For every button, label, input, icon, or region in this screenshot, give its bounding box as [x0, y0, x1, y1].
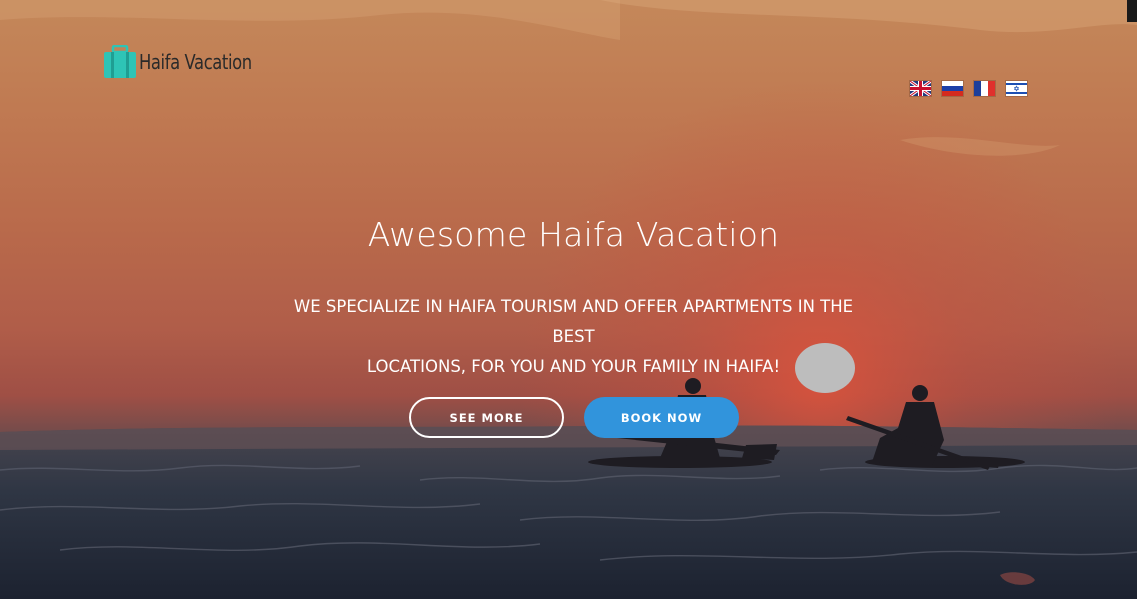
see-more-button[interactable]: SEE MORE	[409, 397, 564, 438]
russia-flag-icon[interactable]	[942, 81, 963, 96]
hero-subtitle: WE SPECIALIZE IN HAIFA TOURISM AND OFFER…	[286, 292, 861, 382]
scrollbar-corner	[1127, 0, 1137, 22]
hero-section: Haifa Vacation Awesome Haifa Vacation WE…	[0, 0, 1137, 599]
france-flag-icon[interactable]	[974, 81, 995, 96]
hero-title: Awesome Haifa Vacation	[367, 215, 780, 254]
site-logo[interactable]: Haifa Vacation	[103, 44, 276, 80]
hero-subtitle-line2: LOCATIONS, FOR YOU AND YOUR FAMILY IN HA…	[366, 357, 781, 376]
uk-flag-icon[interactable]	[910, 81, 931, 96]
hero-subtitle-line1: WE SPECIALIZE IN HAIFA TOURISM AND OFFER…	[293, 297, 854, 346]
suitcase-icon	[104, 45, 136, 78]
language-selector	[910, 81, 1027, 96]
logo-text: Haifa Vacation	[139, 50, 252, 74]
book-now-button[interactable]: BOOK NOW	[584, 397, 739, 438]
israel-flag-icon[interactable]	[1006, 81, 1027, 96]
